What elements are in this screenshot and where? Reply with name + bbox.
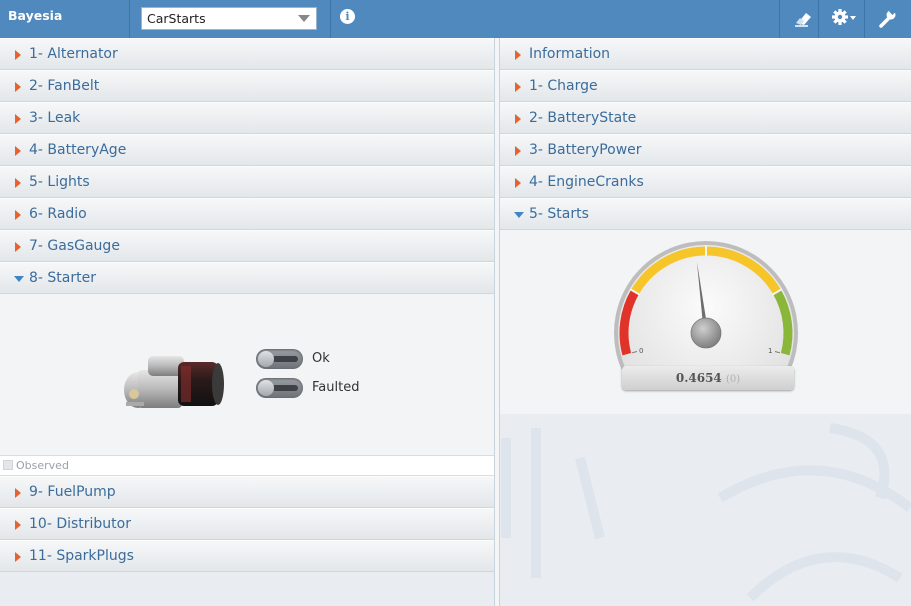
state-toggle-faulted[interactable]	[256, 378, 303, 398]
gauge-sub-text: (0)	[725, 374, 741, 385]
gear-icon	[832, 9, 856, 25]
caret-right-icon	[15, 146, 21, 156]
node-row-starter[interactable]: 8- Starter	[0, 262, 494, 294]
settings-button[interactable]	[818, 0, 864, 38]
node-row-charge[interactable]: 1- Charge	[500, 70, 911, 102]
node-label: 10- Distributor	[29, 516, 131, 532]
starter-node-content: Ok Faulted	[0, 294, 494, 455]
node-row-distributor[interactable]: 10- Distributor	[0, 508, 494, 540]
node-label: 6- Radio	[29, 206, 87, 222]
gauge-value-text: 0.4654	[675, 371, 722, 385]
node-label: 1- Charge	[529, 78, 598, 94]
app-title: Bayesia Simulator	[0, 0, 130, 55]
node-label: 7- GasGauge	[29, 238, 120, 254]
starts-gauge-area: 0 1 0.4654 (0)	[500, 230, 911, 414]
node-row-lights[interactable]: 5- Lights	[0, 166, 494, 198]
node-label: 9- FuelPump	[29, 484, 116, 500]
gauge-min-label: 0	[639, 347, 643, 355]
node-row-radio[interactable]: 6- Radio	[0, 198, 494, 230]
model-select[interactable]: CarStarts	[141, 7, 317, 30]
node-label: 2- FanBelt	[29, 78, 100, 94]
state-toggle-ok[interactable]	[256, 349, 303, 369]
observed-label: Observed	[16, 459, 69, 472]
right-node-panel: Information 1- Charge 2- BatteryState 3-…	[500, 38, 911, 414]
node-label: Information	[529, 46, 611, 62]
gauge-value-box: 0.4654 (0)	[622, 366, 794, 390]
caret-right-icon	[515, 178, 521, 188]
state-label-ok: Ok	[312, 351, 330, 366]
caret-right-icon	[515, 82, 521, 92]
node-label: 3- Leak	[29, 110, 81, 126]
node-row-batterystate[interactable]: 2- BatteryState	[500, 102, 911, 134]
node-label: 5- Lights	[29, 174, 90, 190]
node-row-starts[interactable]: 5- Starts	[500, 198, 911, 230]
caret-right-icon	[515, 146, 521, 156]
gauge-max-label: 1	[768, 347, 772, 355]
chevron-down-icon	[298, 15, 310, 22]
background-watermark	[501, 423, 911, 602]
starter-motor-image	[124, 356, 224, 408]
node-label: 4- BatteryAge	[29, 142, 127, 158]
node-label: 8- Starter	[29, 270, 96, 286]
wrench-icon	[879, 8, 897, 28]
caret-right-icon	[15, 114, 21, 124]
caret-down-icon	[514, 212, 524, 218]
info-icon[interactable]: i	[340, 9, 355, 24]
probability-gauge: 0 1	[614, 241, 798, 370]
caret-right-icon	[515, 50, 521, 60]
wrench-button[interactable]	[864, 0, 910, 38]
node-row-enginecranks[interactable]: 4- EngineCranks	[500, 166, 911, 198]
node-label: 11- SparkPlugs	[29, 548, 134, 564]
node-label: 4- EngineCranks	[529, 174, 644, 190]
node-row-batterypower[interactable]: 3- BatteryPower	[500, 134, 911, 166]
caret-right-icon	[15, 210, 21, 220]
node-row-sparkplugs[interactable]: 11- SparkPlugs	[0, 540, 494, 572]
observed-checkbox[interactable]	[3, 460, 13, 470]
caret-right-icon	[15, 242, 21, 252]
observed-row: Observed	[0, 455, 494, 476]
node-label: 2- BatteryState	[529, 110, 637, 126]
caret-right-icon	[515, 114, 521, 124]
state-label-faulted: Faulted	[312, 380, 360, 395]
node-label: 5- Starts	[529, 206, 589, 222]
node-row-alternator[interactable]: 1- Alternator	[0, 38, 494, 70]
left-node-panel: 1- Alternator 2- FanBelt 3- Leak 4- Batt…	[0, 38, 494, 572]
caret-right-icon	[15, 488, 21, 498]
node-row-leak[interactable]: 3- Leak	[0, 102, 494, 134]
caret-right-icon	[15, 520, 21, 530]
node-label: 3- BatteryPower	[529, 142, 642, 158]
eraser-icon	[795, 13, 811, 27]
node-row-fanbelt[interactable]: 2- FanBelt	[0, 70, 494, 102]
node-row-batteryage[interactable]: 4- BatteryAge	[0, 134, 494, 166]
caret-right-icon	[15, 50, 21, 60]
caret-right-icon	[15, 82, 21, 92]
node-row-information[interactable]: Information	[500, 38, 911, 70]
caret-right-icon	[15, 552, 21, 562]
caret-down-icon	[14, 276, 24, 282]
node-row-gasgauge[interactable]: 7- GasGauge	[0, 230, 494, 262]
node-label: 1- Alternator	[29, 46, 118, 62]
caret-right-icon	[15, 178, 21, 188]
toolbar-divider	[330, 0, 331, 38]
gauge-hub	[690, 317, 722, 349]
model-select-value: CarStarts	[147, 11, 206, 26]
top-bar: Bayesia Simulator CarStarts i	[0, 0, 911, 55]
node-row-fuelpump[interactable]: 9- FuelPump	[0, 476, 494, 508]
